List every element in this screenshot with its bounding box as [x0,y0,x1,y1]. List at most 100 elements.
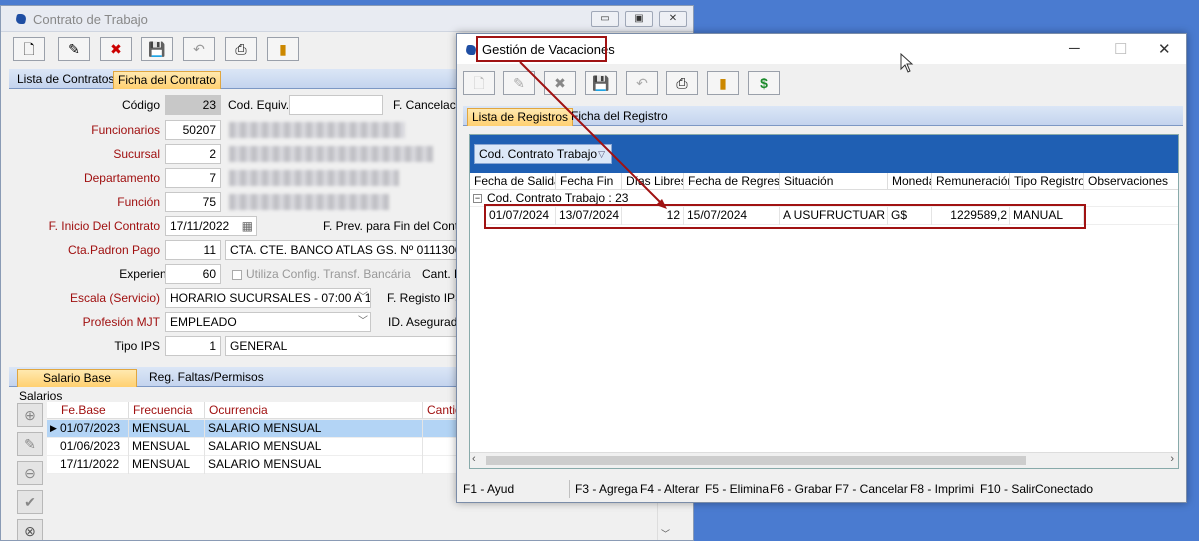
chevron-left-icon[interactable]: ‹ [472,453,476,465]
col-fe-base[interactable]: Fe.Base [57,402,129,419]
group-by-panel: Cod. Contrato Trabajo ▽ [470,135,1178,173]
funcion-field[interactable]: 75 [165,192,221,212]
confirm-icon[interactable]: ✔ [17,490,43,514]
save-icon[interactable]: 💾 [585,71,617,95]
table-row[interactable]: 01/06/2023 MENSUAL SALARIO MENSUAL [47,438,467,456]
cell: 17/11/2022 [57,456,129,474]
experiencia-field[interactable]: 60 [165,264,221,284]
cell: MENSUAL [129,438,205,456]
undo-icon[interactable]: ↶ [626,71,658,95]
redacted-departamento [229,170,399,186]
exit-icon[interactable]: ▮ [707,71,739,95]
table-row[interactable]: ▶ 01/07/2023 MENSUAL SALARIO MENSUAL [47,420,467,438]
cta-padron-field[interactable]: 11 [165,240,221,260]
f-inicio-value: 17/11/2022 [170,219,230,233]
cell: MENSUAL [129,456,205,474]
tab-lista-registros[interactable]: Lista de Registros [467,108,574,126]
registros-header: Fecha de Salida Fecha Fin Días Libres Fe… [470,173,1178,190]
redacted-funcion [229,194,389,210]
table-row[interactable]: 17/11/2022 MENSUAL SALARIO MENSUAL [47,456,467,474]
minimize-button[interactable]: ▭ [591,11,619,27]
undo-icon[interactable]: ↶ [183,37,215,61]
cta-padron-label: Cta.Padron Pago [67,243,160,257]
tab-reg-faltas[interactable]: Reg. Faltas/Permisos [145,369,268,387]
cod-equiv-field[interactable] [289,95,383,115]
f-inicio-field[interactable]: 17/11/2022 ▦ [165,216,257,236]
codigo-field[interactable]: 23 [165,95,221,115]
tipo-ips-field[interactable]: 1 [165,336,221,356]
filter-icon[interactable]: ▽ [598,145,605,163]
vacaciones-window: Gestión de Vacaciones ─ ☐ ✕ 🗋 ✎ ✖ 💾 ↶ ⎙ … [456,33,1187,503]
col-ocurrencia[interactable]: Ocurrencia [205,402,423,419]
new-icon[interactable]: 🗋 [13,37,45,61]
delete-icon[interactable]: ✖ [544,71,576,95]
cancel-icon[interactable]: ⊗ [17,519,43,540]
col-frecuencia[interactable]: Frecuencia [129,402,205,419]
grid-container: Cod. Contrato Trabajo ▽ Fecha de Salida F… [469,134,1179,469]
edit-salario-icon[interactable]: ✎ [17,432,43,456]
col-moneda[interactable]: Moneda [888,173,932,190]
col-situacion[interactable]: Situación [780,173,888,190]
close-button[interactable]: ✕ [1158,40,1171,58]
chevron-down-icon[interactable]: ﹀ [358,289,368,307]
salarios-label: Salarios [19,389,63,403]
tab-ficha-contrato[interactable]: Ficha del Contrato [113,71,222,89]
col-fecha-regreso[interactable]: Fecha de Regreso [684,173,780,190]
col-remuneracion[interactable]: Remuneración [932,173,1010,190]
tab-ficha-registro[interactable]: Ficha del Registro [567,108,672,126]
col-tipo-registro[interactable]: Tipo Registro [1010,173,1084,190]
status-f10: F10 - Salir [980,482,1036,496]
scroll-thumb[interactable] [486,456,1026,465]
tab-salario-base[interactable]: Salario Base [17,369,137,387]
calendar-icon[interactable]: ▦ [242,217,253,235]
chevron-down-icon[interactable]: ﹀ [358,313,368,331]
horizontal-scrollbar[interactable]: ‹ › [470,452,1178,468]
col-fecha-fin[interactable]: Fecha Fin [556,173,622,190]
escala-combo[interactable]: HORARIO SUCURSALES - 07:00 A 1 ﹀ [165,288,371,308]
col-dias-libres[interactable]: Días Libres [622,173,684,190]
profesion-label: Profesión MJT [82,315,160,329]
dollar-icon[interactable]: $ [748,71,780,95]
print-icon[interactable]: ⎙ [666,71,698,95]
utiliza-config-checkbox[interactable] [232,270,242,280]
remove-salario-icon[interactable]: ⊖ [17,461,43,485]
minimize-button[interactable]: ─ [1069,40,1080,57]
chevron-right-icon[interactable]: › [1170,453,1174,465]
sucursal-label: Sucursal [113,147,160,161]
exit-icon[interactable]: ▮ [267,37,299,61]
status-f5: F5 - Elimina [705,482,770,496]
status-divider [569,480,570,498]
status-f3: F3 - Agrega [575,482,638,496]
maximize-button[interactable]: ▣ [625,11,653,27]
cell: MENSUAL [129,420,205,438]
edit-icon[interactable]: ✎ [503,71,535,95]
group-by-chip[interactable]: Cod. Contrato Trabajo ▽ [474,144,612,164]
maximize-button[interactable]: ☐ [1114,40,1127,58]
contrato-titlebar: Contrato de Trabajo ▭ ▣ ✕ [1,6,693,32]
edit-icon[interactable]: ✎ [58,37,90,61]
departamento-field[interactable]: 7 [165,168,221,188]
contrato-toolbar: 🗋 ✎ ✖ 💾 ↶ ⎙ ▮ [9,35,309,63]
annotation-title-box [476,36,607,62]
row-pointer-icon: ▶ [50,423,57,433]
cell: SALARIO MENSUAL [205,420,423,438]
f-registo-ips-label: F. Registo IPS [387,291,464,305]
print-icon[interactable]: ⎙ [225,37,257,61]
col-fecha-salida[interactable]: Fecha de Salida [470,173,556,190]
cell: 01/06/2023 [57,438,129,456]
delete-icon[interactable]: ✖ [100,37,132,61]
funcionarios-field[interactable]: 50207 [165,120,221,140]
tab-lista-contratos[interactable]: Lista de Contratos [13,71,118,89]
add-salario-icon[interactable]: ⊕ [17,403,43,427]
vacaciones-tabs: Lista de Registros Ficha del Registro [463,106,1183,126]
sucursal-field[interactable]: 2 [165,144,221,164]
profesion-combo[interactable]: EMPLEADO ﹀ [165,312,371,332]
collapse-icon[interactable]: − [473,194,482,203]
col-observaciones[interactable]: Observaciones [1084,173,1178,190]
close-button[interactable]: ✕ [659,11,687,27]
salarios-header: Fe.Base Frecuencia Ocurrencia Cantida [47,402,467,419]
status-f7: F7 - Cancelar [835,482,908,496]
new-icon[interactable]: 🗋 [463,71,495,95]
chevron-down-icon[interactable]: ﹀ [661,527,670,540]
save-icon[interactable]: 💾 [141,37,173,61]
